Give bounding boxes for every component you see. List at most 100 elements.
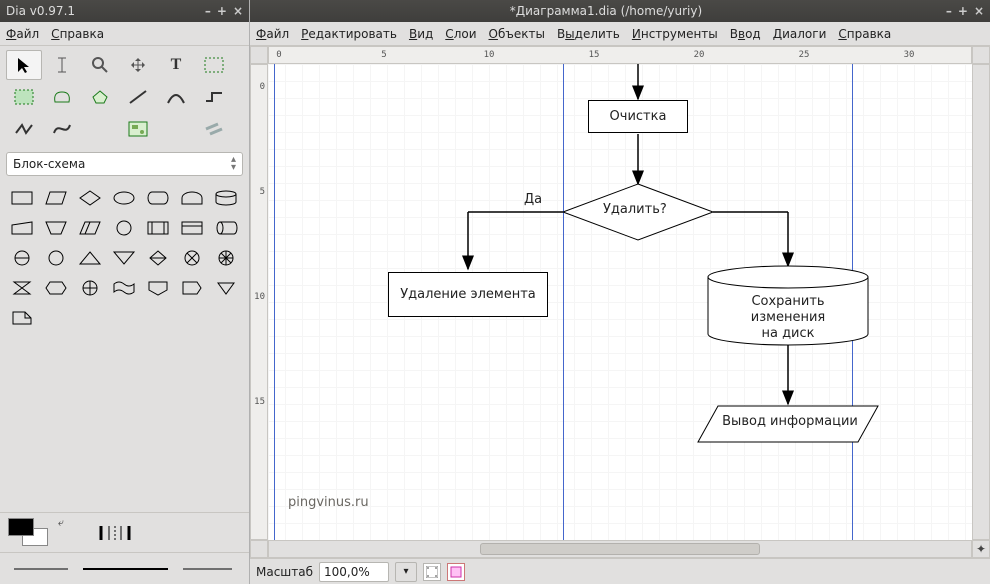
menu-edit[interactable]: Редактировать <box>301 27 397 41</box>
zoom-label: Масштаб <box>256 565 313 579</box>
canvas-titlebar[interactable]: *Диаграмма1.dia (/home/yuriy) – + × <box>250 0 990 22</box>
shape-internal[interactable] <box>142 214 174 242</box>
zigzag-tool[interactable] <box>196 82 232 112</box>
close-button[interactable]: × <box>974 4 984 18</box>
menu-file[interactable]: Файл <box>256 27 289 41</box>
snap-grid-toggle[interactable] <box>423 563 441 581</box>
zoom-input[interactable]: 100,0% <box>319 562 389 582</box>
decision-label[interactable]: Удалить? <box>603 202 667 217</box>
shape-merge[interactable] <box>108 244 140 272</box>
shape-save-label[interactable]: Сохранить изменения на диск <box>718 294 858 342</box>
swap-colors-icon[interactable]: ⤶ <box>58 516 64 530</box>
minimize-button[interactable]: – <box>946 4 952 18</box>
shape-remove-element[interactable]: Удаление элемента <box>388 272 548 317</box>
shape-terminator[interactable] <box>108 184 140 212</box>
shape-delay[interactable] <box>210 244 242 272</box>
ruler-corner[interactable] <box>250 46 268 64</box>
shape-tape[interactable] <box>108 274 140 302</box>
ruler-label: 15 <box>254 397 265 407</box>
shape-label: Удаление элемента <box>400 287 536 302</box>
shape-extract[interactable] <box>74 244 106 272</box>
shape-process[interactable] <box>6 184 38 212</box>
shape-collate[interactable] <box>142 244 174 272</box>
shape-disk[interactable] <box>210 214 242 242</box>
main-tool-grid: T <box>0 46 249 148</box>
diagram-canvas[interactable]: Очистка Удалить? Да Удаление элемента Со… <box>268 64 972 540</box>
maximize-button[interactable]: + <box>958 4 968 18</box>
menu-select[interactable]: Выделить <box>557 27 620 41</box>
toolbox-titlebar[interactable]: Dia v0.97.1 – + × <box>0 0 249 22</box>
image-tool[interactable] <box>120 114 156 144</box>
bezier-tool[interactable] <box>44 114 80 144</box>
shape-document[interactable] <box>6 304 38 332</box>
shape-preparation[interactable] <box>176 184 208 212</box>
shape-category-select[interactable]: Блок-схема ▴▾ <box>6 152 243 176</box>
vertical-ruler[interactable]: 0 5 10 15 <box>250 64 268 540</box>
shape-offpage2[interactable] <box>176 274 208 302</box>
shape-data[interactable] <box>40 184 72 212</box>
shape-connector[interactable] <box>108 214 140 242</box>
shape-cleanup[interactable]: Очистка <box>588 100 688 133</box>
menu-layers[interactable]: Слои <box>445 27 476 41</box>
arc-tool[interactable] <box>158 82 194 112</box>
shape-manual-input[interactable] <box>6 214 38 242</box>
shape-card[interactable] <box>176 214 208 242</box>
menu-help[interactable]: Справка <box>51 27 104 41</box>
scroll-tool[interactable] <box>120 50 156 80</box>
outline-tool[interactable] <box>196 114 232 144</box>
zoom-dropdown[interactable]: ▾ <box>395 562 417 582</box>
shape-output-label[interactable]: Вывод информации <box>720 414 860 429</box>
ruler-label: 0 <box>276 50 281 60</box>
shape-hexthin[interactable] <box>40 274 72 302</box>
shape-triangle-down[interactable] <box>210 274 242 302</box>
line-style[interactable] <box>94 520 154 546</box>
text-tool[interactable]: T <box>158 50 194 80</box>
ruler-label: 25 <box>799 50 810 60</box>
line-ends-row[interactable] <box>0 552 249 584</box>
beziergon-tool[interactable] <box>82 82 118 112</box>
horizontal-ruler[interactable]: 0 5 10 15 20 25 30 <box>268 46 972 64</box>
maximize-button[interactable]: + <box>217 4 227 18</box>
shape-category-label: Блок-схема <box>13 157 85 171</box>
close-button[interactable]: × <box>233 4 243 18</box>
text-edit-tool[interactable] <box>44 50 80 80</box>
shape-decision[interactable] <box>74 184 106 212</box>
ruler-label: 20 <box>694 50 705 60</box>
magnify-tool[interactable] <box>82 50 118 80</box>
shape-display[interactable] <box>74 214 106 242</box>
shape-plus[interactable] <box>74 274 106 302</box>
branch-yes-label: Да <box>524 192 542 207</box>
shape-or[interactable] <box>6 244 38 272</box>
ruler-label: 15 <box>589 50 600 60</box>
shape-offpage[interactable] <box>142 274 174 302</box>
minimize-button[interactable]: – <box>205 4 211 18</box>
toolbox-title: Dia v0.97.1 <box>6 4 75 18</box>
line-tool[interactable] <box>120 82 156 112</box>
shape-database[interactable] <box>210 184 242 212</box>
polyline-tool[interactable] <box>6 114 42 144</box>
navigate-button[interactable]: ✦ <box>972 540 990 558</box>
snap-object-toggle[interactable] <box>447 563 465 581</box>
shape-manual-op[interactable] <box>40 214 72 242</box>
ruler-label: 10 <box>484 50 495 60</box>
fg-color[interactable] <box>8 518 34 536</box>
shape-predefined[interactable] <box>142 184 174 212</box>
ellipse-tool[interactable] <box>6 82 42 112</box>
polygon-tool[interactable] <box>44 82 80 112</box>
menu-objects[interactable]: Объекты <box>489 27 545 41</box>
horizontal-scrollbar[interactable] <box>268 540 972 558</box>
ruler-label: 0 <box>260 82 265 92</box>
vertical-scrollbar[interactable] <box>972 64 990 540</box>
menu-dialogs[interactable]: Диалоги <box>773 27 827 41</box>
shape-sort[interactable] <box>176 244 208 272</box>
menu-help[interactable]: Справка <box>838 27 891 41</box>
shape-summing[interactable] <box>40 244 72 272</box>
menu-input[interactable]: Ввод <box>730 27 761 41</box>
menu-view[interactable]: Вид <box>409 27 433 41</box>
fg-bg-colors[interactable]: ⤶ <box>8 518 54 548</box>
menu-file[interactable]: Файл <box>6 27 39 41</box>
box-tool[interactable] <box>196 50 232 80</box>
pointer-tool[interactable] <box>6 50 42 80</box>
menu-tools[interactable]: Инструменты <box>632 27 718 41</box>
shape-hourglass[interactable] <box>6 274 38 302</box>
